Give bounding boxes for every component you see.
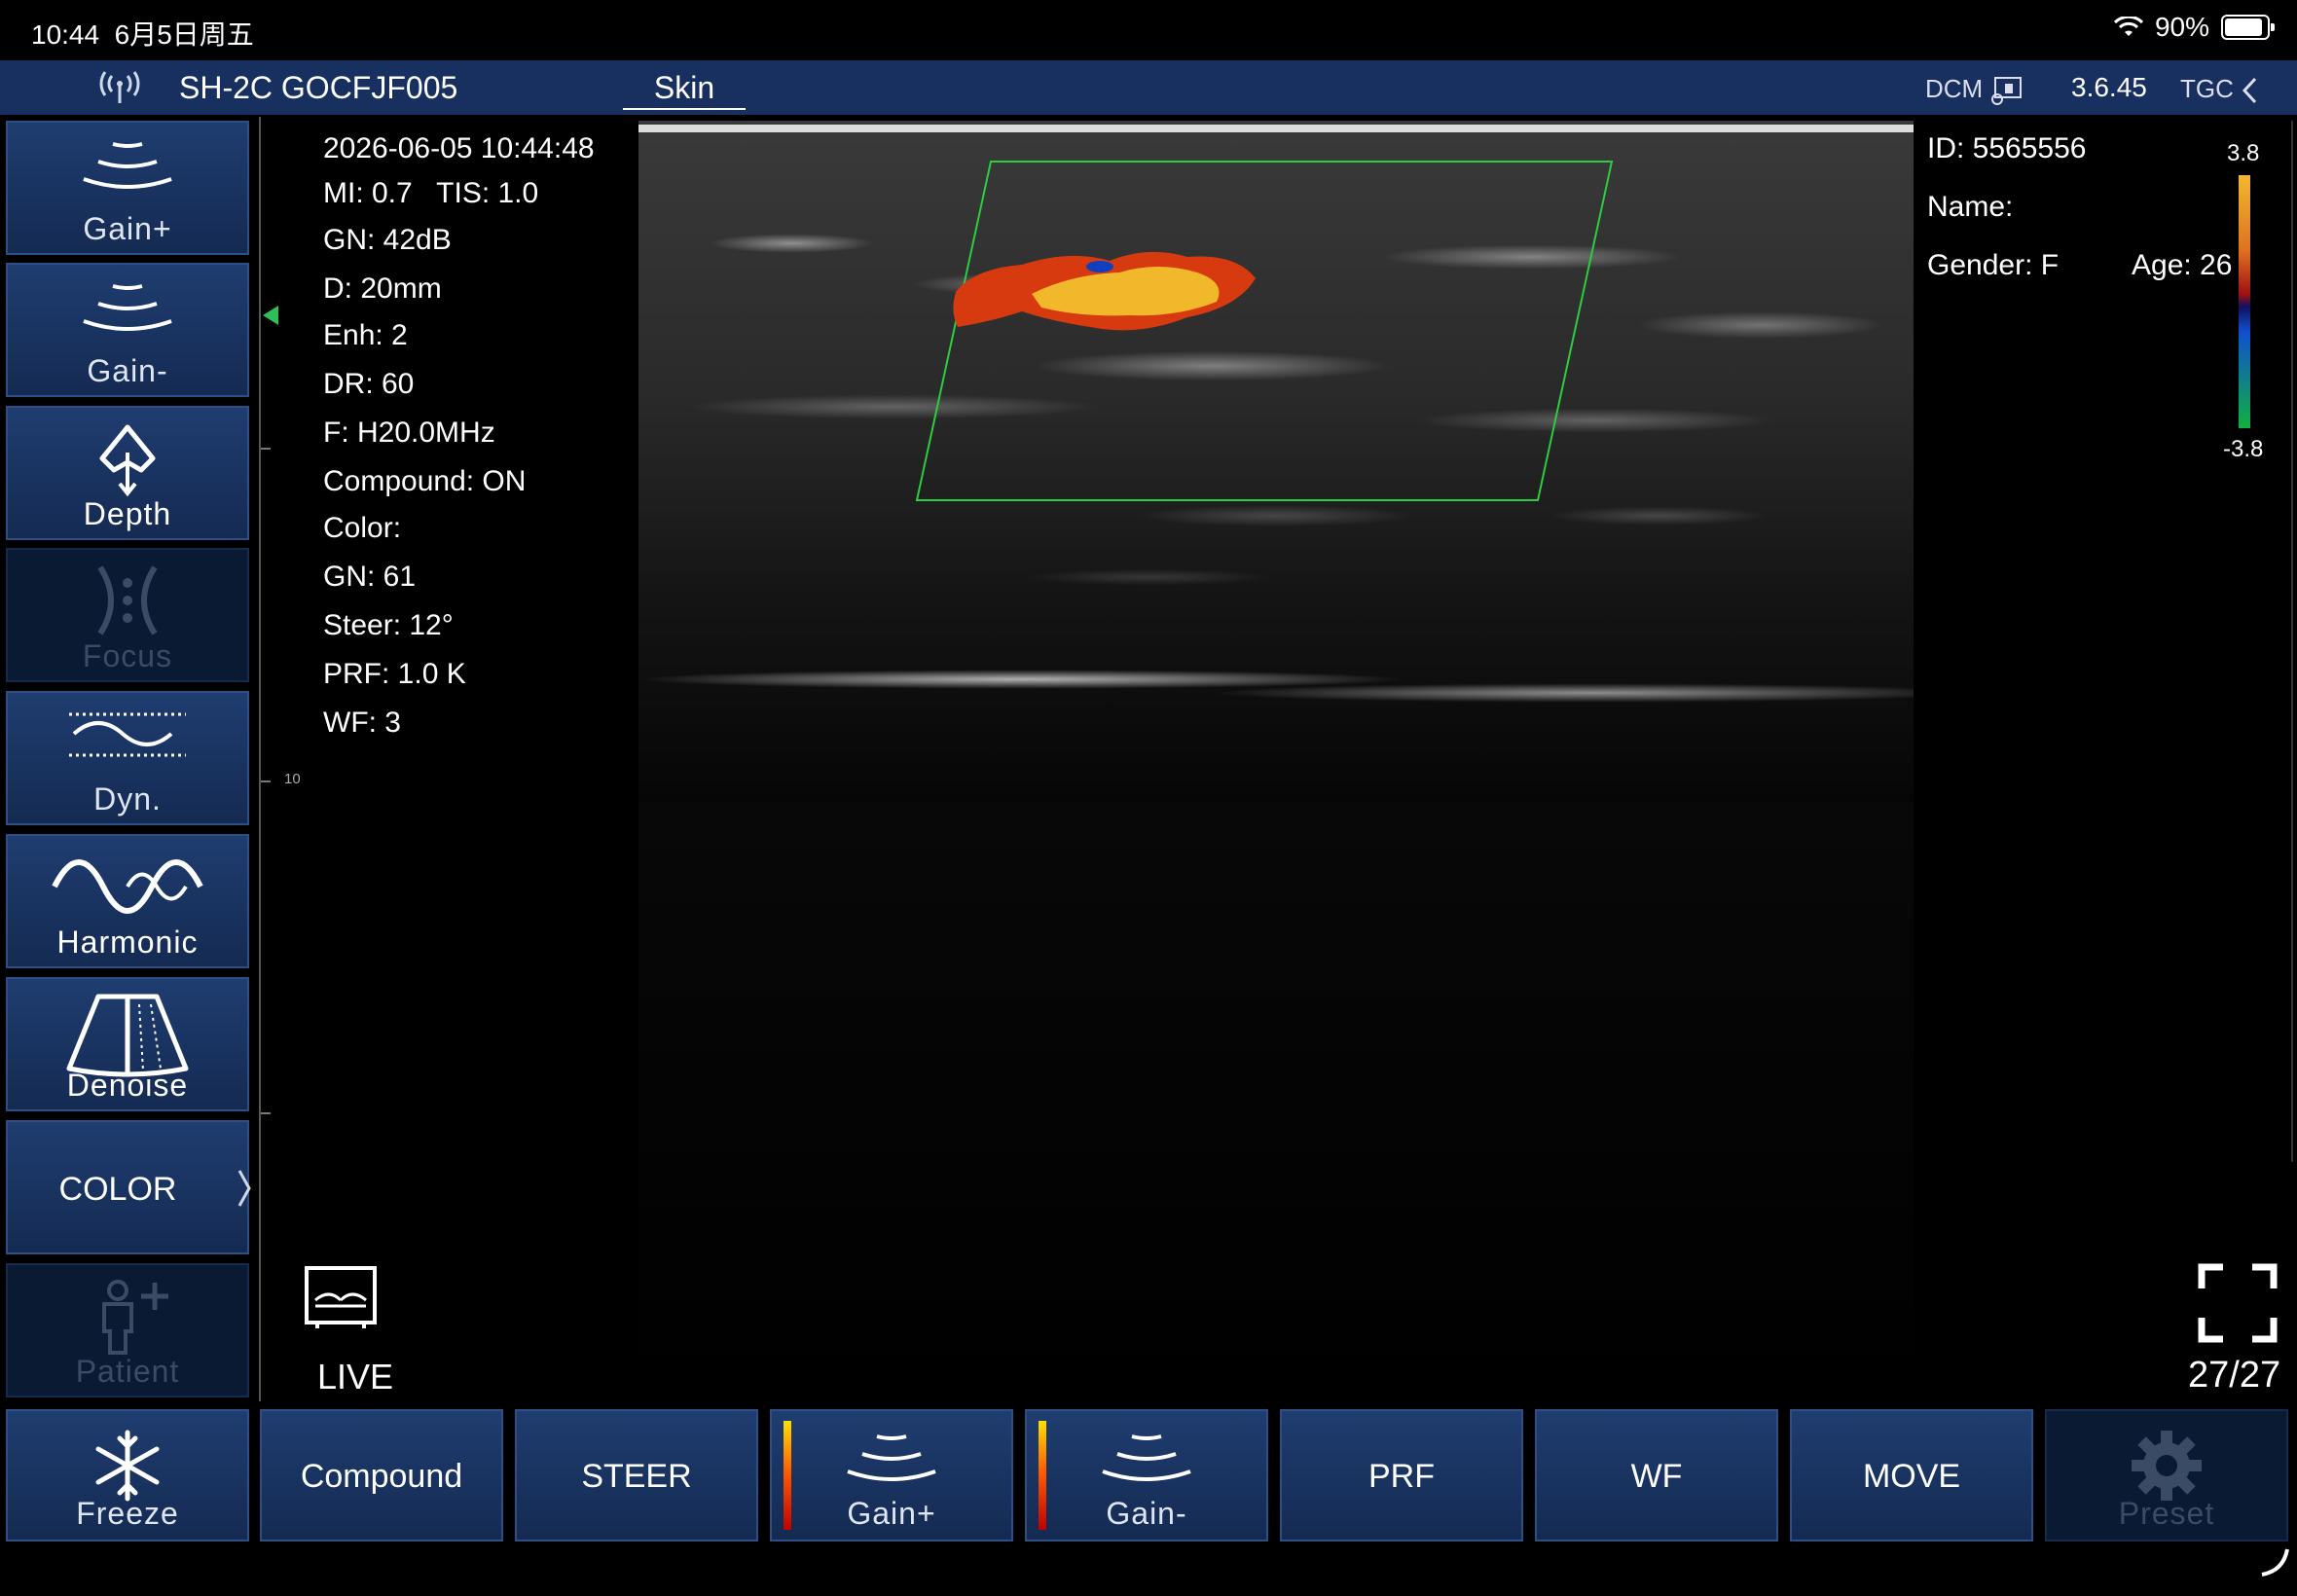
- patient-id: ID: 5565556: [1927, 132, 2087, 164]
- chevron-right-icon: [237, 1170, 251, 1207]
- enhancement-readout: Enh: 2: [323, 319, 408, 351]
- color-gain-plus-button[interactable]: Gain+: [770, 1409, 1013, 1542]
- mi-tis-readout: MI: 0.7 TIS: 1.0: [323, 177, 539, 209]
- wifi-icon: [2113, 17, 2143, 36]
- color-scale-max: 3.8: [2227, 140, 2260, 166]
- color-gain-minus-button[interactable]: Gain-: [1025, 1409, 1268, 1542]
- gain-minus-button[interactable]: Gain-: [6, 263, 249, 397]
- harmonic-wave-icon: [52, 859, 203, 914]
- focus-marker-icon[interactable]: [261, 304, 280, 327]
- color-doppler-overlay[interactable]: [895, 156, 1635, 516]
- focus-button[interactable]: Focus: [6, 548, 249, 682]
- live-status: LIVE: [317, 1357, 394, 1396]
- color-section-label: Color:: [323, 512, 402, 544]
- depth-icon: [99, 424, 156, 497]
- snowflake-icon: [95, 1430, 160, 1502]
- move-roi-button[interactable]: MOVE: [1790, 1409, 2033, 1542]
- fullscreen-icon[interactable]: [2198, 1263, 2278, 1343]
- patient-gender: Gender: F: [1927, 249, 2060, 281]
- dynamic-range-readout: DR: 60: [323, 368, 415, 400]
- software-version: 3.6.45: [2071, 72, 2147, 102]
- frame-counter: 27/27: [2188, 1355, 2281, 1396]
- wall-filter-readout: WF: 3: [323, 707, 401, 739]
- prf-readout: PRF: 1.0 K: [323, 658, 466, 690]
- device-name: SH-2C GOCFJF005: [179, 70, 458, 105]
- battery-percent: 90%: [2154, 12, 2209, 42]
- gain-readout: GN: 42dB: [323, 224, 452, 256]
- compound-button[interactable]: Compound: [260, 1409, 503, 1542]
- denoise-icon: [66, 994, 189, 1077]
- live-cine-icon[interactable]: [304, 1265, 378, 1329]
- color-gain-readout: GN: 61: [323, 561, 417, 593]
- preset-button[interactable]: Preset: [2045, 1409, 2288, 1542]
- dynamic-range-icon: [69, 712, 186, 757]
- patient-name: Name:: [1927, 191, 2014, 223]
- system-status-bar: 10:44 6月5日周五 90%: [0, 0, 2297, 60]
- dicom-icon: [1991, 77, 2023, 106]
- status-right-group: 90%: [2113, 12, 2275, 43]
- depth-tick: [261, 780, 271, 782]
- chevron-left-icon: [2242, 78, 2257, 104]
- gain-plus-icon: [83, 142, 172, 189]
- denoise-button[interactable]: Denoise: [6, 977, 249, 1111]
- patient-age: Age: 26: [2132, 249, 2233, 281]
- depth-tick: [261, 448, 271, 450]
- color-roi-box[interactable]: [915, 161, 1614, 501]
- color-velocity-scale: [2239, 175, 2250, 428]
- steer-readout: Steer: 12°: [323, 609, 454, 641]
- right-scroll-track: [2291, 121, 2293, 1162]
- doppler-flow-blue: [1086, 261, 1113, 272]
- depth-button[interactable]: Depth: [6, 406, 249, 540]
- gain-plus-button[interactable]: Gain+: [6, 121, 249, 255]
- tgc-toggle[interactable]: TGC: [2180, 74, 2258, 104]
- freeze-button[interactable]: Freeze: [6, 1409, 249, 1542]
- gear-icon: [2132, 1431, 2202, 1501]
- patient-button[interactable]: Patient: [6, 1263, 249, 1397]
- status-time: 10:44 6月5日周五: [31, 19, 254, 50]
- gain-minus-icon: [1102, 1434, 1191, 1481]
- depth-tick-label: 10: [284, 771, 301, 787]
- battery-icon: [2221, 15, 2275, 40]
- depth-tick: [261, 1112, 271, 1114]
- color-scale-min: -3.8: [2223, 436, 2264, 462]
- color-mode-button[interactable]: COLOR: [6, 1120, 251, 1254]
- compound-readout: Compound: ON: [323, 465, 527, 497]
- steer-button[interactable]: STEER: [515, 1409, 758, 1542]
- frequency-readout: F: H20.0MHz: [323, 417, 495, 449]
- exam-datetime: 2026-06-05 10:44:48: [323, 132, 595, 164]
- depth-readout: D: 20mm: [323, 272, 442, 305]
- probe-signal-icon[interactable]: [95, 70, 144, 105]
- preset-mode-selector[interactable]: Skin: [623, 70, 746, 110]
- wall-filter-button[interactable]: WF: [1535, 1409, 1778, 1542]
- prf-button[interactable]: PRF: [1280, 1409, 1523, 1542]
- dynamic-range-button[interactable]: Dyn.: [6, 691, 249, 825]
- harmonic-button[interactable]: Harmonic: [6, 834, 249, 968]
- top-toolbar: SH-2C GOCFJF005 Skin DCM 3.6.45 TGC: [0, 60, 2297, 115]
- gain-plus-icon: [847, 1434, 936, 1481]
- dcm-button[interactable]: DCM: [1925, 74, 2023, 106]
- focus-icon: [97, 565, 158, 635]
- gain-minus-icon: [83, 284, 172, 331]
- home-indicator-corner: [2261, 1548, 2289, 1577]
- ultrasound-image-lower[interactable]: [638, 802, 1914, 1405]
- patient-add-icon: [102, 1280, 168, 1355]
